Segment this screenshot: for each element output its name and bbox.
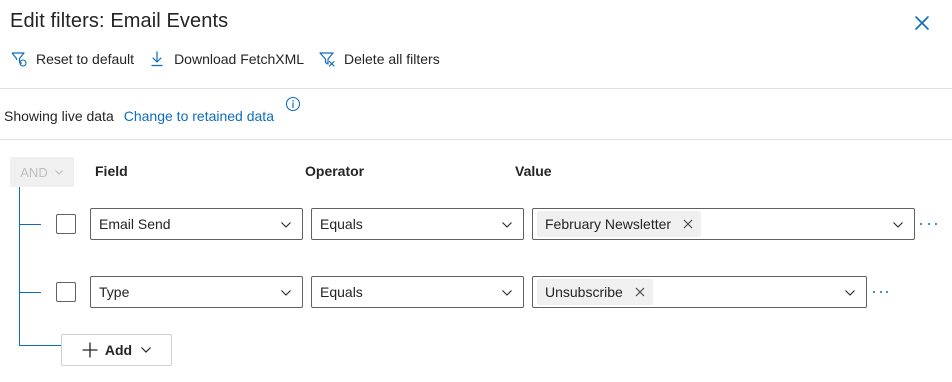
filter-dismiss-icon (319, 52, 335, 67)
remove-tag-button[interactable] (683, 219, 693, 229)
field-column-header: Field (95, 163, 128, 179)
filter-reset-icon (11, 52, 27, 67)
group-connector-line (19, 187, 20, 345)
header-divider (0, 88, 952, 89)
field-value: Email Send (99, 216, 171, 232)
add-filter-label: Add (104, 342, 133, 358)
delete-all-filters-button[interactable]: Delete all filters (318, 48, 440, 70)
dialog-title: Edit filters: Email Events (10, 10, 229, 32)
chevron-down-icon (54, 170, 63, 175)
field-dropdown[interactable]: Type (90, 276, 303, 308)
row-select-checkbox[interactable] (56, 282, 76, 302)
download-fetchxml-label: Download FetchXML (174, 51, 305, 67)
download-fetchxml-button[interactable]: Download FetchXML (148, 48, 304, 70)
value-tag-label: February Newsletter (545, 216, 672, 232)
more-horizontal-icon (920, 223, 922, 225)
remove-tag-button[interactable] (635, 287, 645, 297)
info-icon (285, 96, 301, 112)
value-tag: Unsubscribe (537, 279, 653, 305)
dismiss-icon (915, 16, 929, 30)
row-select-checkbox[interactable] (56, 214, 76, 234)
reset-to-default-label: Reset to default (36, 51, 135, 67)
operator-column-header: Operator (305, 163, 365, 179)
chevron-down-icon (502, 222, 512, 228)
dismiss-icon (683, 219, 693, 229)
section-divider (0, 139, 952, 140)
row-connector-line (19, 292, 41, 293)
and-operator-label: AND (20, 164, 48, 180)
dismiss-icon (635, 287, 645, 297)
reset-to-default-button[interactable]: Reset to default (10, 48, 134, 70)
toolbar: Reset to default Download FetchXML Delet… (10, 48, 454, 70)
change-to-retained-data-link[interactable]: Change to retained data (124, 108, 274, 124)
more-horizontal-icon (873, 291, 875, 293)
delete-all-filters-label: Delete all filters (344, 51, 440, 67)
chevron-down-icon (281, 290, 291, 296)
add-filter-button[interactable]: Add (61, 334, 172, 366)
chevron-down-icon (502, 290, 512, 296)
value-tag-label: Unsubscribe (545, 284, 623, 300)
close-button[interactable] (912, 13, 932, 33)
row-more-options-button[interactable] (873, 285, 888, 299)
value-picker[interactable]: February Newsletter (532, 208, 915, 240)
data-source-row: Showing live data Change to retained dat… (4, 106, 274, 126)
operator-dropdown[interactable]: Equals (311, 276, 524, 308)
row-more-options-button[interactable] (920, 217, 937, 231)
add-connector-line (19, 345, 61, 346)
arrow-download-icon (151, 51, 163, 67)
add-icon (81, 341, 99, 359)
value-column-header: Value (515, 163, 552, 179)
field-value: Type (99, 284, 130, 300)
operator-value: Equals (320, 216, 363, 232)
live-data-status: Showing live data (4, 108, 114, 124)
info-button[interactable] (285, 96, 301, 112)
value-tag: February Newsletter (537, 211, 702, 237)
and-operator-dropdown[interactable]: AND (10, 157, 74, 187)
chevron-down-icon (281, 222, 291, 228)
chevron-down-icon (893, 222, 903, 228)
operator-dropdown[interactable]: Equals (311, 208, 524, 240)
chevron-down-icon (140, 344, 152, 356)
operator-value: Equals (320, 284, 363, 300)
row-connector-line (19, 224, 41, 225)
field-dropdown[interactable]: Email Send (90, 208, 303, 240)
value-picker[interactable]: Unsubscribe (532, 276, 867, 308)
chevron-down-icon (845, 290, 855, 296)
